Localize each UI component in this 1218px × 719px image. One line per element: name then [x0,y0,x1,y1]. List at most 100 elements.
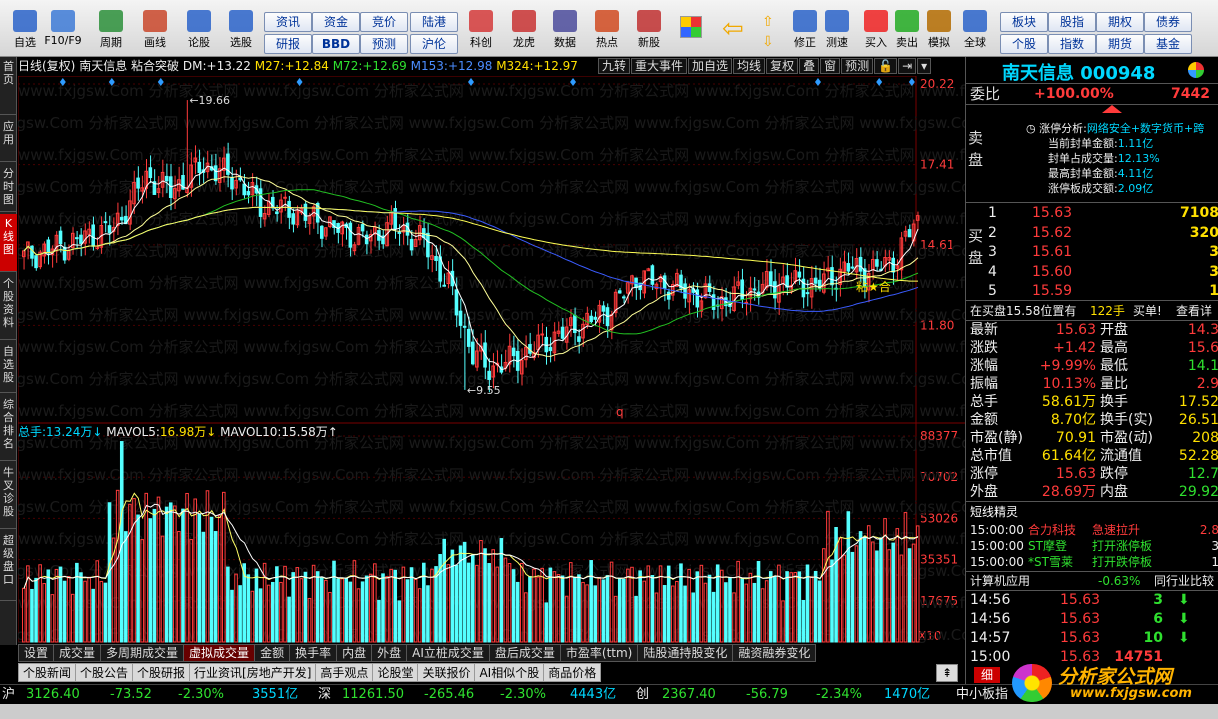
indicator-tab-8[interactable]: AI立桩成交量 [406,644,490,662]
toolbar-f10-button[interactable]: F10/F9 [44,10,82,54]
pie-chart-icon[interactable] [1188,62,1204,78]
indicator-tab-6[interactable]: 内盘 [336,644,373,662]
toolbar-pill-4[interactable]: 研报 [264,34,312,54]
toolbar-pill-11[interactable]: 债券 [1144,12,1192,32]
chart-button-2[interactable]: 加自选 [688,58,733,74]
news-tab-4[interactable]: 高手观点 [315,663,374,682]
left-tab-2[interactable]: 分时图 [0,164,17,212]
indicator-tab-10[interactable]: 市盈率(ttm) [559,644,639,662]
short-elf-item[interactable]: 15:00:00 *ST雪莱 打开跌停板 1 [966,553,1218,571]
news-tab-7[interactable]: AI相似个股 [474,663,545,682]
left-tab-4[interactable]: 个股资料 [0,274,17,340]
left-tab-1[interactable]: 应用 [0,117,17,162]
toolbar-pill-7[interactable]: 沪伦 [410,34,458,54]
indicator-tab-7[interactable]: 外盘 [371,644,408,662]
indicator-tab-9[interactable]: 盘后成交量 [488,644,561,662]
nav-end-icon[interactable]: ⇥ [898,58,917,74]
toolbar-pill-12[interactable]: 个股 [1000,34,1048,54]
toolbar-pill-3[interactable]: 陆港 [410,12,458,32]
detail-tab[interactable]: 细 [974,667,1000,683]
chart-button-1[interactable]: 重大事件 [631,58,688,74]
chart-button-3[interactable]: 均线 [733,58,766,74]
bid-row[interactable]: 2 15.62 320 [966,224,1218,242]
color-grid-icon[interactable] [680,16,702,38]
chart-menu-icon[interactable]: ▾ [917,58,932,74]
toolbar-pill-15[interactable]: 基金 [1144,34,1192,54]
toolbar-draw-line-button[interactable]: 画线 [136,10,174,54]
toolbar-pill-9[interactable]: 股指 [1048,12,1096,32]
toolbar-stock-pick-button[interactable]: 选股 [222,10,260,54]
volume-bar [528,575,532,643]
k-line-chart[interactable]: 20.2217.4114.6111.8088377707025302635351… [18,76,965,644]
volume-bar [691,592,695,643]
indicator-tab-4[interactable]: 金额 [254,644,291,662]
bid-row[interactable]: 5 15.59 1 [966,282,1218,300]
news-tab-3[interactable]: 行业资讯[房地产开发] [189,663,317,682]
chart-button-7[interactable]: 预测 [841,58,874,74]
toolbar-self-select-button[interactable]: 自选 [6,10,44,54]
toolbar-speed-test-button[interactable]: 测速 [818,10,856,54]
news-tab-5[interactable]: 论股堂 [372,663,419,682]
toolbar-pill-0[interactable]: 资讯 [264,12,312,32]
left-tab-5[interactable]: 自选股 [0,342,17,393]
news-tab-6[interactable]: 关联报价 [417,663,476,682]
toolbar-discuss-button[interactable]: 论股 [180,10,218,54]
toolbar-sci-tech-button[interactable]: 科创 [462,10,500,54]
collapse-up-icon[interactable]: ⇞ [936,664,958,682]
chart-button-0[interactable]: 九转 [598,58,631,74]
left-tab-0[interactable]: 首页 [0,57,17,115]
toolbar-pill-2[interactable]: 竞价 [360,12,408,32]
toolbar-cycle-button[interactable]: 周期 [92,10,130,54]
limit-line: 最高封单金额:4.11亿 [1048,167,1154,180]
watermark-text: www.fxjgsw.Com 分析家公式网 www.fxjgsw.Com 分析家… [18,146,965,164]
candle-body [846,263,851,272]
up-down-arrow-icon[interactable]: ⇧⇩ [762,12,778,52]
news-tab-8[interactable]: 商品价格 [543,663,602,682]
indicator-tab-5[interactable]: 换手率 [289,644,338,662]
chart-button-5[interactable]: 叠 [799,58,820,74]
toolbar-new-stock-button[interactable]: 新股 [630,10,668,54]
left-tab-8[interactable]: 超级盘口 [0,531,17,601]
candle-body [907,229,912,238]
toolbar-pill-14[interactable]: 期货 [1096,34,1144,54]
toolbar-dragon-tiger-button[interactable]: 龙虎 [505,10,543,54]
indicator-tab-0[interactable]: 设置 [18,644,55,662]
toolbar-pill-6[interactable]: 预测 [360,34,408,54]
news-tab-1[interactable]: 个股公告 [75,663,134,682]
toolbar-simulate-button[interactable]: 模拟 [920,10,958,54]
indicator-tab-2[interactable]: 多周期成交量 [100,644,185,662]
indicator-tab-1[interactable]: 成交量 [53,644,102,662]
bid-row[interactable]: 4 15.60 3 [966,263,1218,281]
short-elf-title[interactable]: 短线精灵 [970,503,1018,520]
toolbar-button-label: 模拟 [928,36,950,49]
left-tab-6[interactable]: 综合排名 [0,395,17,461]
lock-icon[interactable]: 🔓 [874,58,898,74]
indicator-tab-12[interactable]: 融资融券变化 [732,644,817,662]
toolbar-pill-10[interactable]: 期权 [1096,12,1144,32]
toolbar-data-button[interactable]: 数据 [546,10,584,54]
news-tab-2[interactable]: 个股研报 [132,663,191,682]
toolbar-global-button[interactable]: 全球 [956,10,994,54]
bid-row[interactable]: 1 15.63 7108 [966,204,1218,222]
toolbar-hotspot-button[interactable]: 热点 [588,10,626,54]
volume-bar [181,508,185,643]
toolbar-pill-8[interactable]: 板块 [1000,12,1048,32]
news-tab-0[interactable]: 个股新闻 [18,663,77,682]
dragon-tiger-icon [512,10,536,32]
event-marker[interactable]: q [616,405,624,419]
toolbar-pill-1[interactable]: 资金 [312,12,360,32]
industry-compare-link[interactable]: 同行业比较 [1154,572,1214,590]
left-tab-3[interactable]: K线图 [0,214,17,272]
toolbar-pill-5[interactable]: BBD [312,34,360,54]
back-arrow-icon[interactable]: ⇦ [722,14,744,44]
chart-button-4[interactable]: 复权 [766,58,799,74]
bid-row[interactable]: 3 15.61 3 [966,243,1218,261]
board-label[interactable]: 中小板指 [956,685,1008,705]
left-tab-7[interactable]: 牛叉诊股 [0,463,17,529]
indicator-tab-3[interactable]: 虚拟成交量 [183,644,256,662]
position-note-row: 在买盘15.58位置有 122手 买单! 查看详 [970,302,1213,320]
indicator-tab-11[interactable]: 陆股通持股变化 [637,644,734,662]
view-detail-link[interactable]: 查看详 [1176,302,1212,320]
chart-button-6[interactable]: 窗 [820,58,841,74]
toolbar-pill-13[interactable]: 指数 [1048,34,1096,54]
